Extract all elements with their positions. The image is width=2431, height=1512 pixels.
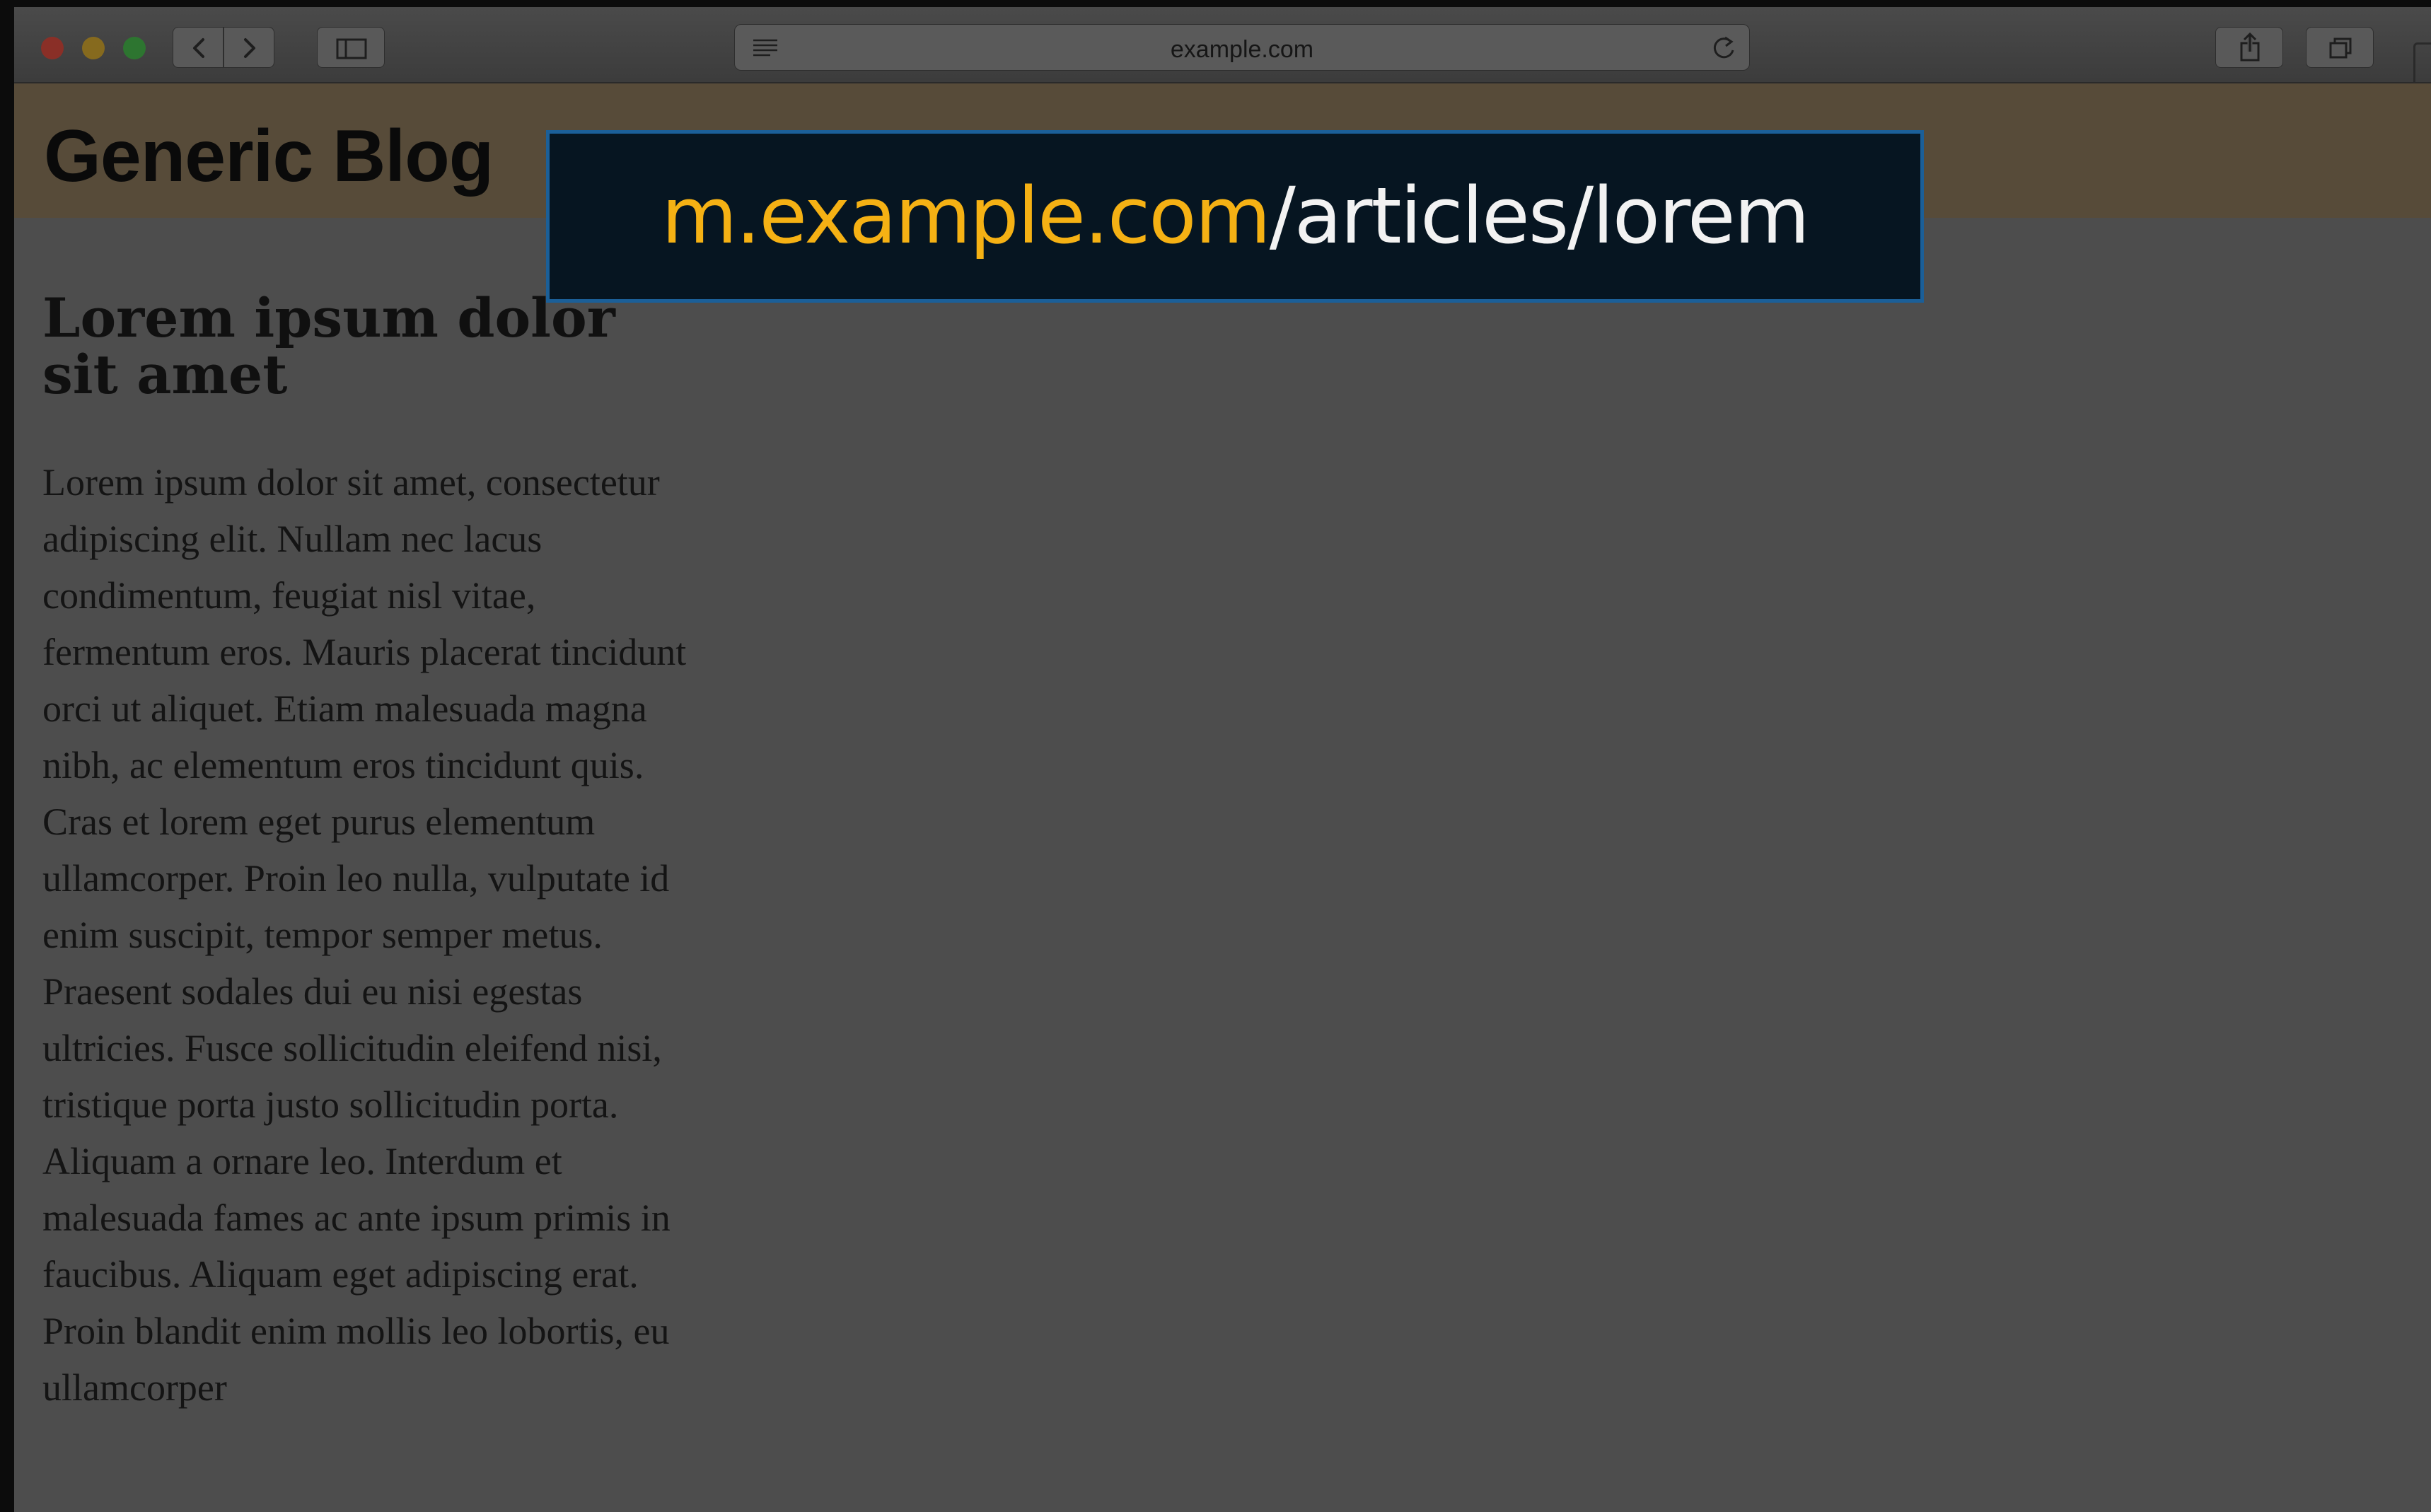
- url-overlay-banner: m.example.com/articles/lorem: [546, 130, 1924, 303]
- chevron-right-icon: [244, 38, 255, 58]
- article-title: Lorem ipsum dolor sit amet: [42, 286, 615, 406]
- article-body: Lorem ipsum dolor sit amet, consectetur …: [42, 461, 687, 1409]
- tab-overview-button[interactable]: [2306, 27, 2374, 68]
- site-title[interactable]: Generic Blog: [44, 115, 494, 199]
- share-button[interactable]: [2215, 27, 2283, 68]
- address-url: example.com: [1170, 36, 1314, 63]
- zoom-window-button[interactable]: [123, 37, 146, 59]
- new-tab-corner[interactable]: [2413, 42, 2431, 84]
- minimize-window-button[interactable]: [82, 37, 105, 59]
- overlay-url-path: /articles/lorem: [1269, 170, 1810, 261]
- reload-icon[interactable]: [1710, 32, 1738, 63]
- close-window-button[interactable]: [41, 37, 64, 59]
- overlay-url-host: m.example.com: [661, 170, 1270, 261]
- sidebar-icon: [336, 38, 367, 59]
- address-bar[interactable]: example.com: [734, 24, 1750, 71]
- overlay-url: m.example.com/articles/lorem: [550, 173, 1920, 258]
- browser-window: example.com Generic Blog Lorem ipsum dol…: [14, 7, 2431, 1512]
- forward-button[interactable]: [224, 27, 274, 68]
- show-sidebar-button[interactable]: [317, 27, 385, 68]
- tabs-icon: [2329, 37, 2352, 59]
- chevron-left-icon: [193, 38, 204, 58]
- share-icon: [2240, 32, 2260, 62]
- browser-toolbar: example.com: [14, 7, 2431, 84]
- back-button[interactable]: [173, 27, 224, 68]
